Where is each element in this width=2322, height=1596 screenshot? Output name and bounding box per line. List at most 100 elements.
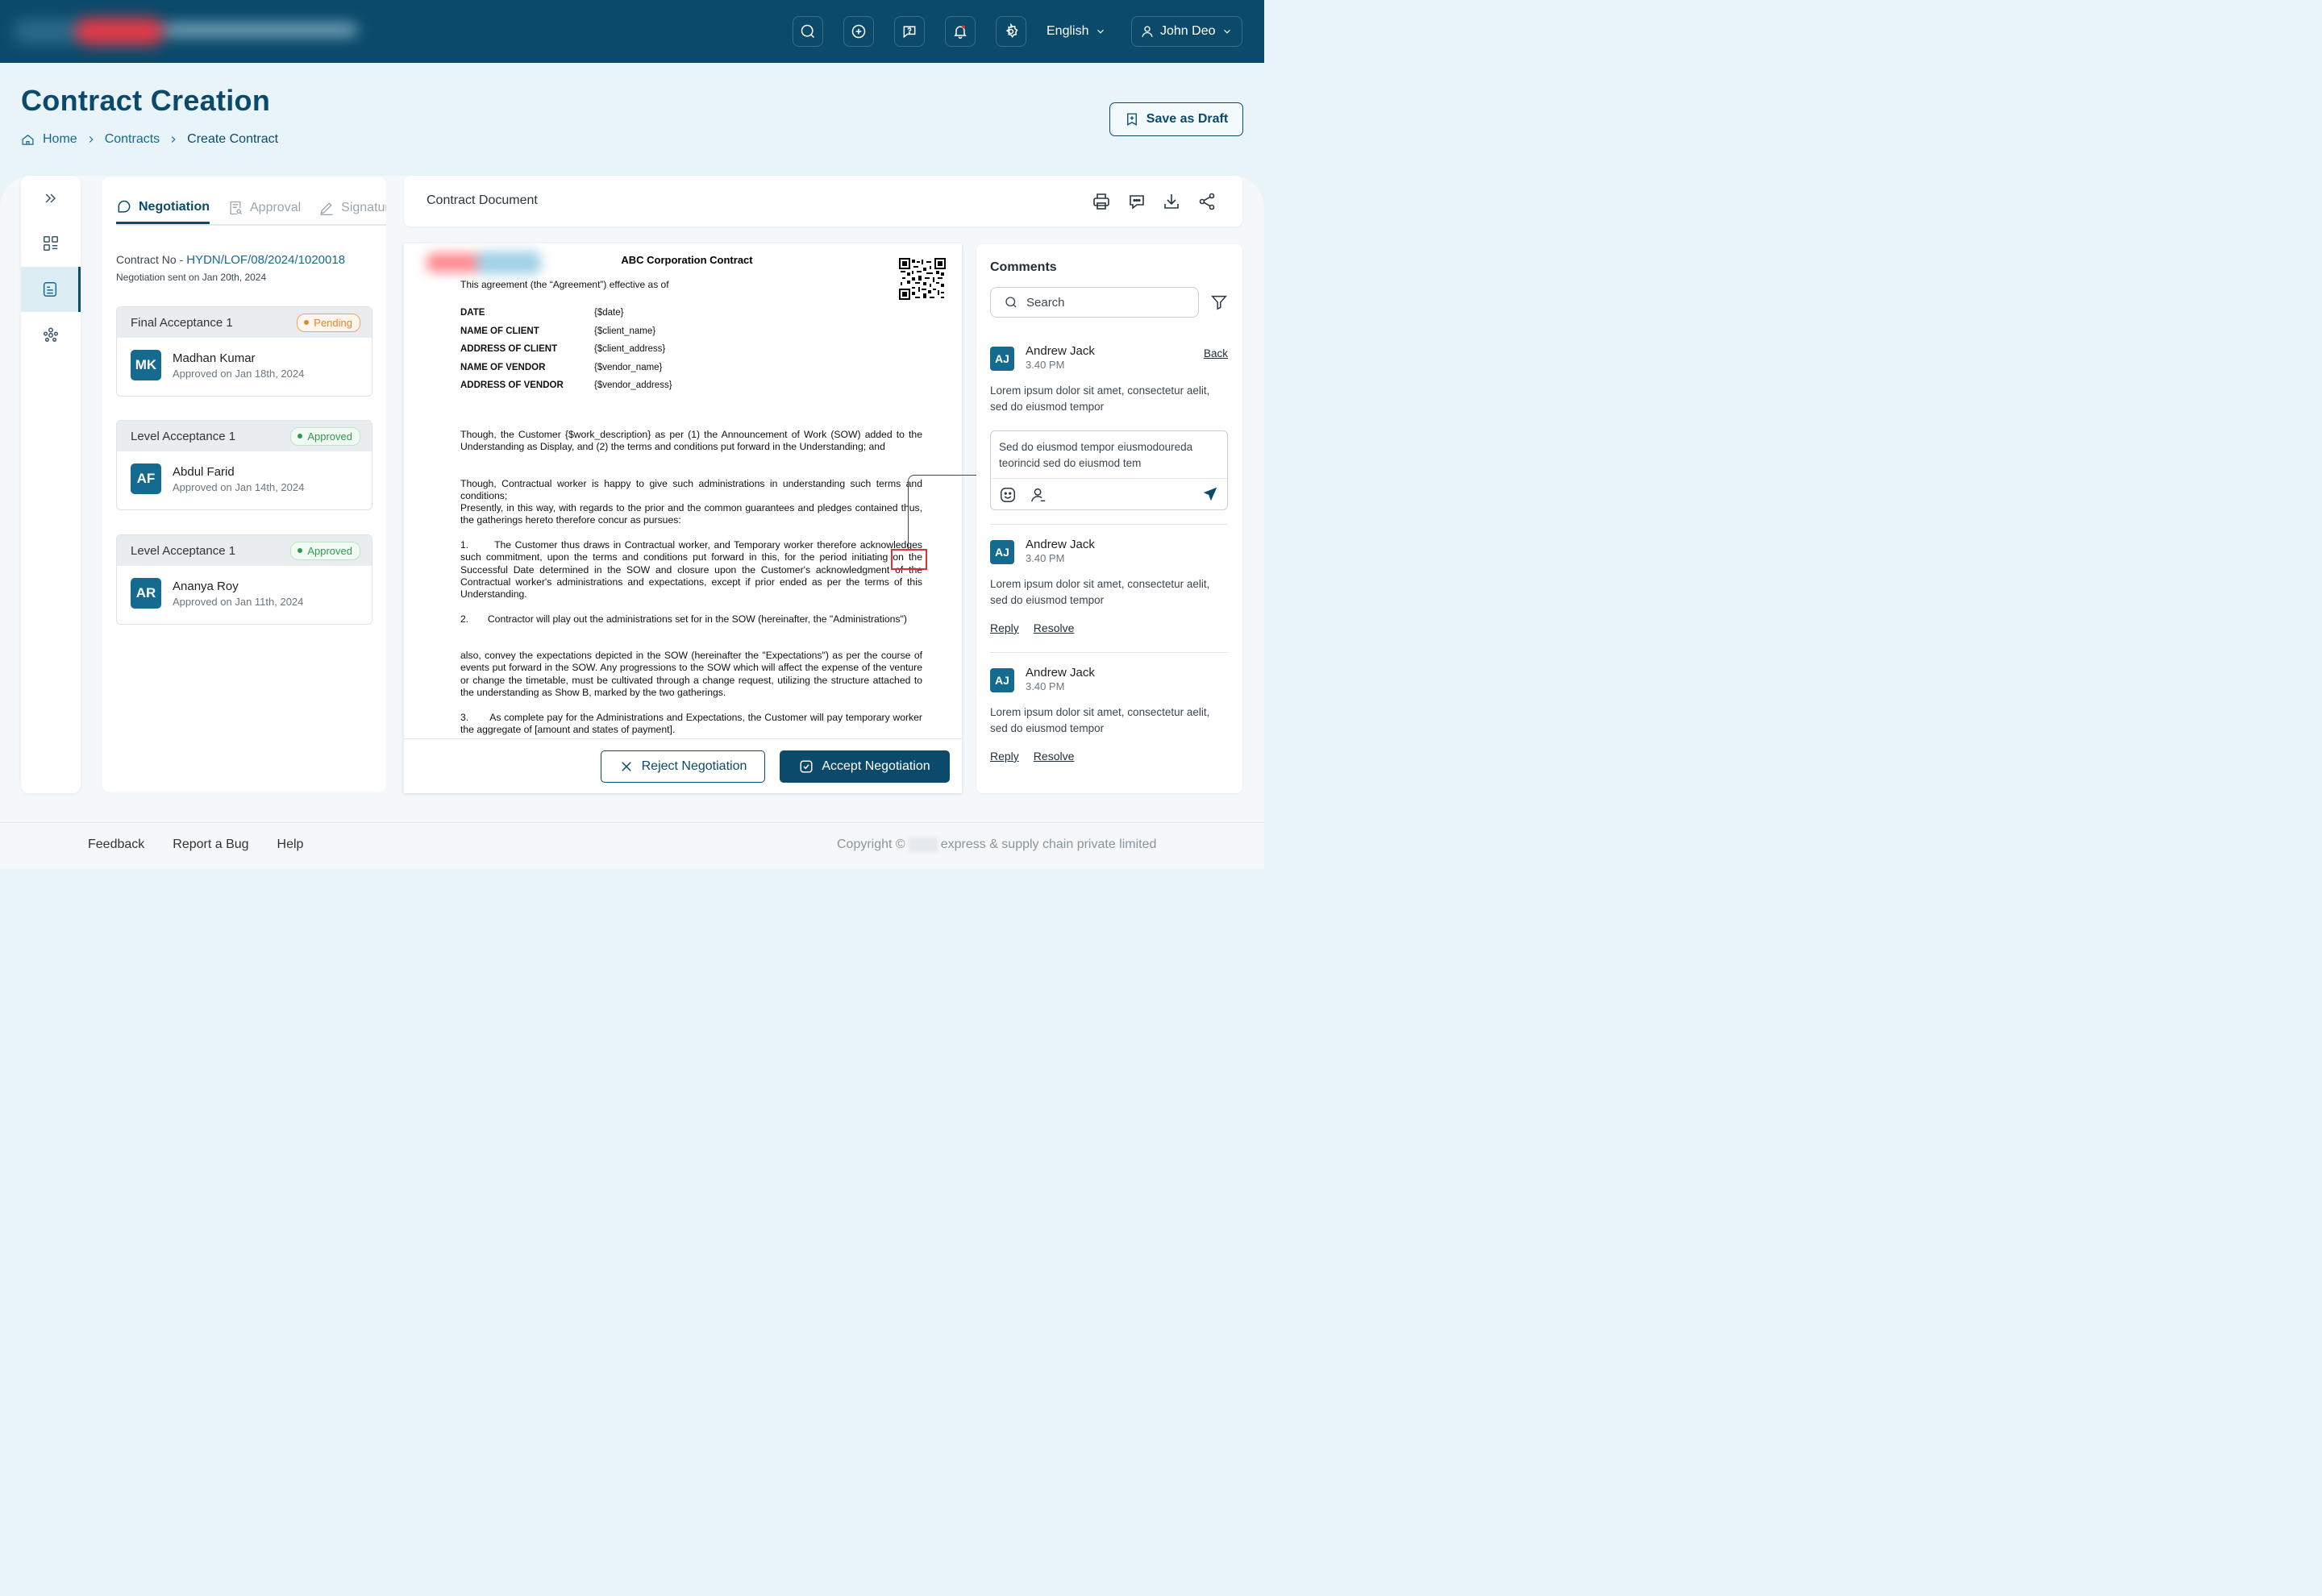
avatar: AR (131, 578, 161, 609)
search-icon (1005, 297, 1017, 308)
user-menu[interactable]: John Deo (1131, 16, 1242, 47)
sidebar-item-team[interactable] (21, 312, 81, 357)
double-chevron-right-icon (45, 193, 56, 203)
language-selector[interactable]: English (1040, 16, 1114, 47)
comment-time: 3.40 PM (1026, 552, 1065, 564)
approver-name: Madhan Kumar (173, 351, 256, 365)
download-button[interactable] (1162, 192, 1181, 211)
search-button[interactable] (793, 16, 823, 47)
tab-signature[interactable]: Signature (318, 192, 386, 224)
status-label: Approved (307, 430, 352, 443)
settings-button[interactable] (996, 16, 1026, 47)
avatar: AJ (990, 540, 1014, 564)
status-label: Approved (307, 544, 352, 557)
sidebar-item-dashboard[interactable] (21, 221, 81, 266)
bell-icon (954, 25, 967, 39)
reply-link[interactable]: Reply (990, 621, 1019, 634)
contract-number-label: Contract No - (116, 253, 184, 266)
save-as-draft-button[interactable]: Save as Draft (1109, 102, 1243, 136)
help-chat-button[interactable] (894, 16, 925, 47)
close-icon (621, 762, 631, 771)
approval-date: Approved on Jan 11th, 2024 (173, 595, 304, 608)
filter-icon (1211, 295, 1227, 310)
notifications-button[interactable] (945, 16, 976, 47)
mention-user-icon[interactable] (1030, 486, 1047, 504)
document-paragraph: Presently, in this way, with regards to … (460, 502, 922, 526)
copyright: Copyright © express & supply chain priva… (837, 837, 1156, 852)
resolve-link[interactable]: Resolve (1034, 621, 1075, 634)
breadcrumb-home[interactable]: Home (43, 132, 77, 147)
add-button[interactable] (843, 16, 874, 47)
comment-button[interactable] (1127, 192, 1146, 211)
status-badge: Approved (290, 541, 360, 560)
comment-text: Lorem ipsum dolor sit amet, consectetur … (990, 578, 1210, 606)
tab-negotiation-label: Negotiation (139, 199, 210, 214)
print-button[interactable] (1092, 192, 1111, 211)
field-key: ADDRESS OF CLIENT (460, 344, 558, 354)
emoji-icon[interactable] (999, 486, 1017, 504)
document-icon (43, 282, 56, 297)
home-icon (22, 134, 34, 145)
check-square-icon (800, 760, 813, 773)
reply-link[interactable]: Reply (990, 750, 1019, 763)
footer-link-feedback[interactable]: Feedback (88, 837, 144, 852)
reject-negotiation-button[interactable]: Reject Negotiation (601, 750, 765, 783)
comment-highlight[interactable] (891, 549, 927, 570)
language-label: English (1047, 24, 1089, 38)
document-viewer[interactable]: ABC Corporation Contract This agreement … (404, 243, 962, 793)
breadcrumb-create-contract: Create Contract (187, 132, 279, 146)
accept-negotiation-button[interactable]: Accept Negotiation (780, 750, 950, 783)
send-icon[interactable] (1201, 485, 1219, 503)
field-key: NAME OF VENDOR (460, 362, 546, 372)
acceptance-card: Level Acceptance 1 Approved AF Abdul Far… (116, 420, 372, 510)
comments-panel: Comments Search AJ Andrew Jack 3.40 PM B… (976, 244, 1242, 793)
user-name: John Deo (1160, 24, 1216, 38)
field-value: {$client_name} (594, 326, 656, 336)
comments-title: Comments (990, 260, 1057, 274)
company-logo (15, 13, 361, 50)
field-key: ADDRESS OF VENDOR (460, 380, 564, 390)
copyright-prefix: Copyright © (837, 837, 905, 851)
sidebar-expand[interactable] (21, 176, 81, 221)
top-bar: English John Deo (0, 0, 1264, 63)
divider (990, 524, 1228, 525)
filter-button[interactable] (1210, 293, 1228, 312)
contract-number-value: HYDN/LOF/08/2024/1020018 (186, 253, 346, 267)
comment-time: 3.40 PM (1026, 359, 1065, 371)
document-header: Contract Document (404, 176, 1242, 227)
acceptance-card: Level Acceptance 1 Approved AR Ananya Ro… (116, 534, 372, 625)
footer-link-report-bug[interactable]: Report a Bug (173, 837, 248, 852)
footer-link-help[interactable]: Help (277, 837, 304, 852)
workflow-panel: Negotiation Approval Signature Contract … (102, 177, 386, 792)
resolve-link[interactable]: Resolve (1034, 750, 1075, 763)
plus-circle-icon (851, 24, 866, 39)
breadcrumb-contracts[interactable]: Contracts (105, 132, 160, 147)
reply-input[interactable]: Sed do eiusmod tempor eiusmodoureda teor… (990, 430, 1228, 510)
comment-text: Lorem ipsum dolor sit amet, consectetur … (990, 706, 1210, 734)
comment-author: Andrew Jack (1026, 666, 1095, 680)
chevron-down-icon (1223, 29, 1230, 34)
comments-search-input[interactable]: Search (990, 287, 1199, 318)
reject-negotiation-label: Reject Negotiation (641, 759, 747, 773)
contract-number: Contract No - HYDN/LOF/08/2024/1020018 (116, 253, 345, 267)
reply-draft-text[interactable]: Sed do eiusmod tempor eiusmodoureda teor… (999, 439, 1225, 472)
sidebar-item-contracts[interactable] (21, 267, 81, 312)
status-label: Pending (314, 316, 352, 329)
share-icon (1199, 193, 1215, 210)
tab-approval[interactable]: Approval (227, 192, 301, 224)
document-paragraph: also, convey the expectations depicted i… (460, 650, 922, 698)
share-button[interactable] (1197, 192, 1217, 211)
chat-icon (118, 200, 131, 213)
footer: Feedback Report a Bug Help Copyright © e… (0, 822, 1264, 869)
avatar: AF (131, 463, 161, 494)
comment-author: Andrew Jack (1026, 538, 1095, 551)
comment-item: AJ Andrew Jack 3.40 PM Lorem ipsum dolor… (990, 538, 1228, 634)
avatar: AJ (990, 668, 1014, 692)
breadcrumb: Home Contracts Create Contract (21, 132, 278, 147)
back-link[interactable]: Back (1204, 347, 1228, 360)
bookmark-plus-icon (1126, 113, 1137, 126)
field-value: {$vendor_name} (594, 362, 663, 372)
negotiation-sent-note: Negotiation sent on Jan 20th, 2024 (116, 272, 267, 283)
tab-negotiation[interactable]: Negotiation (116, 192, 210, 224)
approval-date: Approved on Jan 14th, 2024 (173, 480, 305, 493)
